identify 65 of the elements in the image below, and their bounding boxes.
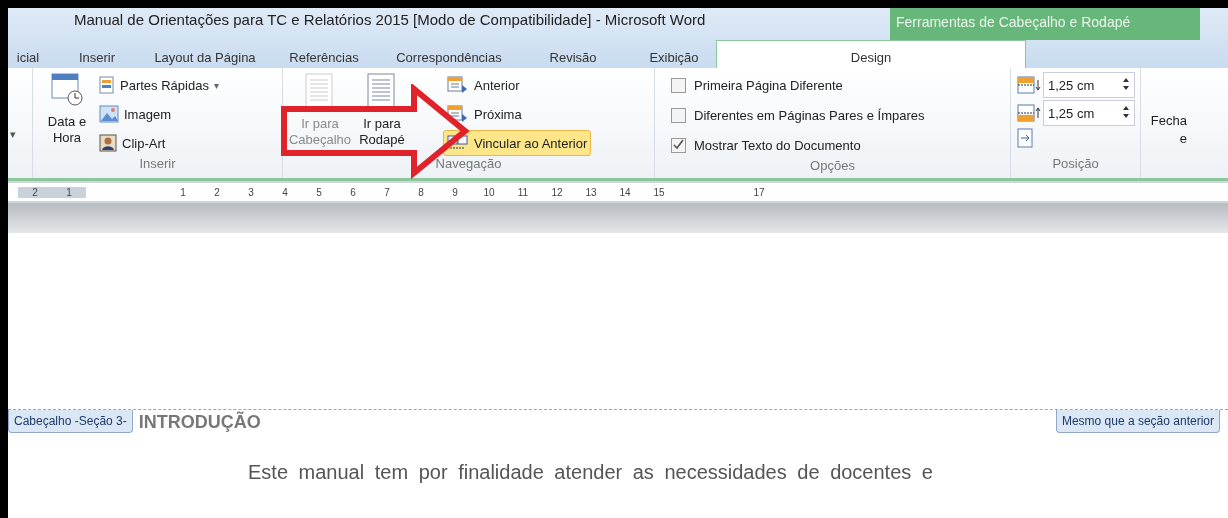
ruler-number: 3 <box>247 186 255 198</box>
clip-art-icon <box>99 134 117 152</box>
spin-field[interactable]: 1,25 cm <box>1043 72 1135 98</box>
insert-alignment-tab-icon <box>1017 128 1035 148</box>
ribbon-tab[interactable]: Layout da Página <box>146 40 264 68</box>
ruler-number: 1 <box>179 186 187 198</box>
ribbon-tab[interactable]: icial <box>8 40 48 68</box>
ruler-number: 15 <box>652 186 666 198</box>
dropdown-caret[interactable]: ▾ <box>8 68 33 178</box>
checkbox-label: Primeira Página Diferente <box>694 77 843 93</box>
ruler-number: 9 <box>451 186 459 198</box>
ruler-number: 2 <box>213 186 221 198</box>
ruler-number: 14 <box>618 186 632 198</box>
contextual-tab-label: Ferramentas de Cabeçalho e Rodapé <box>890 8 1200 40</box>
section-nav-icon <box>447 76 469 94</box>
calendar-icon <box>50 72 84 106</box>
close-header-button[interactable]: Fecha e <box>1147 112 1187 148</box>
checkbox-label: Mostrar Texto do Documento <box>694 137 861 153</box>
heading: INTRODUÇÃO <box>138 410 261 433</box>
ribbon-tab[interactable]: Inserir <box>48 40 146 68</box>
link-to-previous-tag: Mesmo que a seção anterior <box>1055 410 1220 433</box>
image-icon <box>99 105 119 123</box>
ribbon-button[interactable]: Partes Rápidas ▾ <box>95 72 223 98</box>
checkbox-label: Diferentes em Páginas Pares e Ímpares <box>694 107 925 123</box>
group-label: Posição <box>1051 156 1100 173</box>
ribbon-tab[interactable]: Referências <box>264 40 384 68</box>
margin-icon <box>1017 76 1041 94</box>
ribbon-tab[interactable]: Correspondências <box>384 40 514 68</box>
link-sections-icon <box>447 134 469 152</box>
ruler-number: 4 <box>281 186 289 198</box>
ruler-number: 12 <box>550 186 564 198</box>
ribbon-button[interactable]: Ir para Rodapé <box>351 72 413 156</box>
ruler-number: 13 <box>584 186 598 198</box>
ribbon-tab[interactable]: Design <box>716 40 1026 68</box>
ribbon-tab[interactable]: Revisão <box>514 40 632 68</box>
ribbon-button[interactable]: Clip-Art <box>95 130 223 156</box>
checkbox[interactable] <box>671 137 686 153</box>
ruler-number: 17 <box>752 186 766 198</box>
paragraph: Este manual tem por finalidade atender as necessidades de docentes e <box>248 461 933 484</box>
ribbon-tab[interactable]: Exibição <box>632 40 716 68</box>
ribbon-button[interactable]: Imagem <box>95 101 223 127</box>
margin-icon <box>1017 104 1041 122</box>
spin-field[interactable]: 1,25 cm <box>1043 100 1135 126</box>
ruler-number: 5 <box>315 186 323 198</box>
ruler-number: 10 <box>482 186 496 198</box>
ribbon-button[interactable]: Vincular ao Anterior <box>443 130 592 156</box>
ribbon-button[interactable]: Próxima <box>443 101 592 127</box>
date-time-button[interactable]: Data e Hora <box>39 72 95 156</box>
group-label: Opções <box>809 158 856 175</box>
header-section-tag: Cabeçalho -Seção 3- <box>8 410 133 433</box>
ruler-number: 2 <box>18 186 52 198</box>
ruler-number: 8 <box>417 186 425 198</box>
ribbon-button[interactable]: Anterior <box>443 72 592 98</box>
checkbox[interactable] <box>671 77 686 93</box>
group-label: Navegação <box>434 156 503 173</box>
window-title: Manual de Orientações para TC e Relatórios 2015 [Modo de Compatibilidade] - Microsoft Word <box>73 10 707 30</box>
dropdown-caret: ▾ <box>213 79 219 91</box>
document-parts-icon <box>99 76 115 94</box>
ruler-number: 1 <box>52 186 86 198</box>
checkbox[interactable] <box>671 107 686 123</box>
group-label: Inserir <box>138 156 177 173</box>
ruler-number: 6 <box>349 186 357 198</box>
ruler-number: 7 <box>383 186 391 198</box>
ruler-number: 11 <box>516 186 530 198</box>
section-nav-icon <box>447 105 469 123</box>
